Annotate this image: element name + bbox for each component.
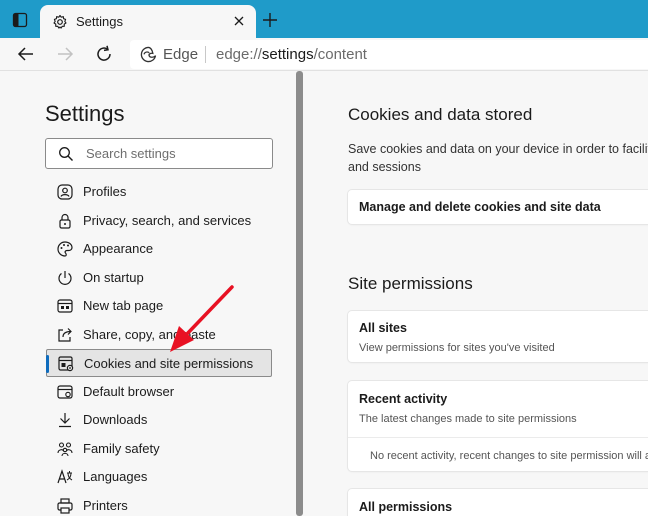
all-sites-description: View permissions for sites you've visite…	[359, 342, 555, 354]
download-icon	[59, 413, 71, 428]
sidebar-item-languages[interactable]: Languages	[46, 463, 272, 491]
sidebar-item-label: New tab page	[83, 298, 164, 313]
address-brand: Edge	[163, 46, 199, 63]
lock-icon	[59, 213, 71, 229]
gear-icon	[53, 14, 67, 29]
refresh-icon[interactable]	[94, 44, 114, 64]
recent-activity-card: Recent activity The latest changes made …	[348, 381, 648, 471]
profile-icon	[57, 184, 73, 200]
sidebar-item-label: Profiles	[83, 184, 127, 199]
back-arrow-icon[interactable]	[16, 44, 36, 64]
sidebar-item-label: Privacy, search, and services	[83, 213, 252, 228]
close-icon[interactable]	[231, 13, 247, 29]
all-permissions-title: All permissions	[359, 500, 453, 514]
search-placeholder: Search settings	[86, 146, 176, 161]
search-icon	[59, 147, 73, 161]
settings-main-content: Cookies and data stored Save cookies and…	[304, 71, 648, 516]
manage-cookies-card[interactable]: Manage and delete cookies and site data	[348, 190, 648, 224]
recent-activity-empty-message: No recent activity, recent changes to si…	[370, 450, 648, 462]
sidebar-item-appearance[interactable]: Appearance	[46, 235, 272, 263]
recent-activity-description: The latest changes made to site permissi…	[359, 413, 577, 425]
all-sites-card[interactable]: All sites View permissions for sites you…	[348, 311, 648, 362]
card-divider	[348, 437, 648, 438]
sidebar-item-default-browser[interactable]: Default browser	[46, 378, 272, 406]
cookie-settings-icon	[58, 356, 74, 372]
sidebar-item-label: Appearance	[83, 241, 154, 256]
address-bar[interactable]: Edge edge://settings/content	[130, 40, 648, 69]
sidebar-item-label: Share, copy, and paste	[83, 327, 216, 342]
sidebar-item-on-startup[interactable]: On startup	[46, 264, 272, 292]
sidebar-item-share-copy-paste[interactable]: Share, copy, and paste	[46, 321, 272, 349]
share-icon	[58, 328, 72, 342]
sidebar-title: Settings	[45, 101, 125, 126]
sidebar-item-label: Cookies and site permissions	[84, 356, 254, 371]
sidebar-item-printers[interactable]: Printers	[46, 492, 272, 516]
sidebar-item-profiles[interactable]: Profiles	[46, 178, 272, 206]
manage-cookies-label: Manage and delete cookies and site data	[359, 200, 601, 214]
site-permissions-heading: Site permissions	[348, 274, 473, 293]
language-icon	[57, 469, 73, 484]
scrollbar-thumb[interactable]	[296, 71, 303, 516]
power-icon	[58, 271, 72, 285]
sidebar-item-label: Printers	[83, 498, 128, 513]
tab-settings[interactable]: Settings	[40, 5, 256, 38]
new-tab-icon[interactable]	[262, 12, 278, 28]
browser-icon	[57, 385, 73, 399]
sidebar-item-cookies-site-permissions[interactable]: Cookies and site permissions	[46, 349, 272, 377]
address-toolbar: Edge edge://settings/content	[0, 38, 648, 71]
all-sites-title: All sites	[359, 321, 407, 335]
recent-activity-title: Recent activity	[359, 392, 448, 406]
cookies-heading: Cookies and data stored	[348, 105, 533, 124]
tab-actions-icon[interactable]	[12, 12, 28, 28]
address-url: edge://settings/content	[216, 46, 367, 63]
sidebar-item-downloads[interactable]: Downloads	[46, 406, 272, 434]
title-bar: Settings	[0, 0, 648, 38]
settings-sidebar: Settings Search settings Profiles Privac…	[0, 71, 296, 516]
address-separator	[205, 46, 206, 63]
edge-logo-icon	[140, 46, 157, 63]
cookies-description: Save cookies and data on your device in …	[348, 142, 648, 174]
sidebar-item-label: On startup	[83, 270, 144, 285]
sidebar-item-label: Default browser	[83, 384, 175, 399]
new-tab-page-icon	[57, 299, 73, 313]
palette-icon	[57, 241, 73, 257]
search-input[interactable]: Search settings	[45, 138, 273, 169]
tab-title: Settings	[76, 14, 123, 29]
sidebar-item-family-safety[interactable]: Family safety	[46, 435, 272, 463]
forward-arrow-icon[interactable]	[55, 44, 75, 64]
printer-icon	[57, 498, 73, 514]
sidebar-item-label: Languages	[83, 469, 148, 484]
family-icon	[57, 442, 73, 457]
all-permissions-card[interactable]: All permissions	[348, 489, 648, 516]
sidebar-item-privacy[interactable]: Privacy, search, and services	[46, 207, 272, 235]
sidebar-item-label: Downloads	[83, 412, 148, 427]
sidebar-item-label: Family safety	[83, 441, 160, 456]
sidebar-item-new-tab-page[interactable]: New tab page	[46, 292, 272, 320]
